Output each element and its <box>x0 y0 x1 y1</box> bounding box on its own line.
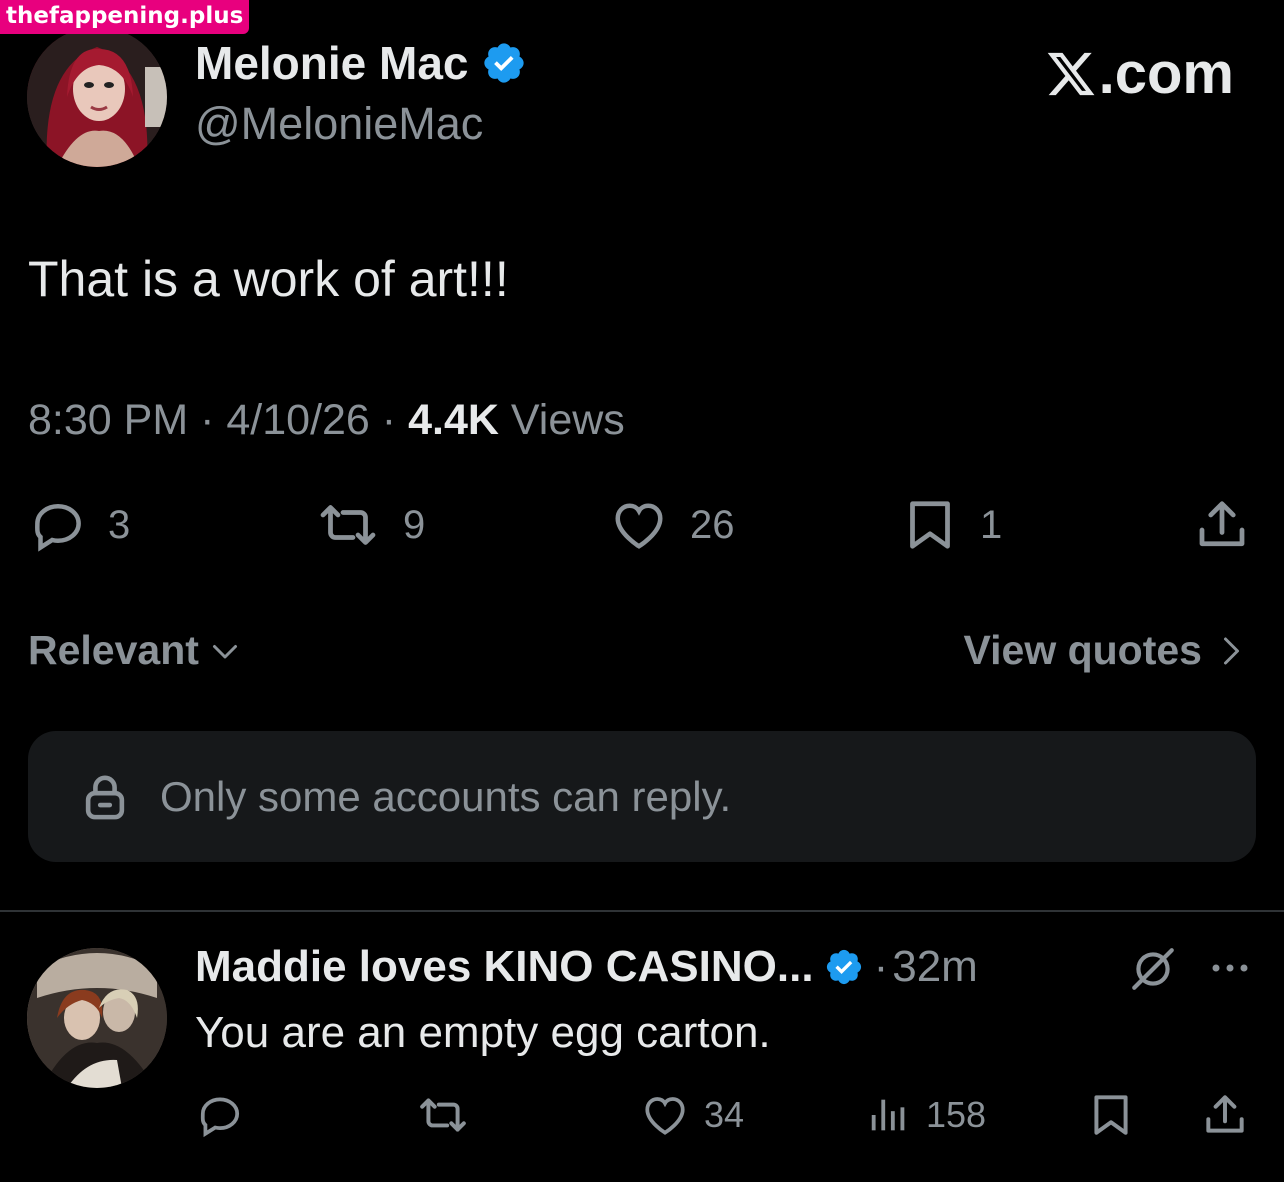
reply-button[interactable]: 3 <box>28 495 130 555</box>
divider <box>0 910 1284 912</box>
grok-icon[interactable] <box>1128 944 1178 994</box>
reply-text: You are an empty egg carton. <box>195 1008 771 1057</box>
chevron-right-icon <box>1224 637 1239 664</box>
reply-sort-dropdown[interactable]: Relevant <box>28 627 243 674</box>
heart-icon <box>615 503 663 549</box>
reply-like-button[interactable]: 34 <box>640 1090 744 1140</box>
repost-icon <box>420 1098 466 1132</box>
reply-author-name[interactable]: Maddie loves KINO CASINO... <box>195 942 814 992</box>
sort-label: Relevant <box>28 627 199 673</box>
tweet-action-bar: 3 9 26 1 <box>0 495 1284 555</box>
repost-button[interactable]: 9 <box>313 495 425 555</box>
reply-icon <box>200 1097 240 1138</box>
meta-separator: · <box>381 396 409 444</box>
reply-header: Maddie loves KINO CASINO... · 32m <box>195 942 978 992</box>
view-quotes-label: View quotes <box>963 627 1202 673</box>
bookmark-icon <box>910 501 950 549</box>
reply-avatar-image <box>27 948 167 1088</box>
tweet-time[interactable]: 8:30 PM <box>28 396 188 444</box>
lock-icon <box>85 775 125 819</box>
reply-separator: · <box>873 942 889 991</box>
author-handle[interactable]: @MelonieMac <box>195 98 483 150</box>
reply-author-avatar[interactable] <box>27 948 167 1088</box>
verified-badge-icon <box>483 43 524 83</box>
more-options-icon[interactable] <box>1208 958 1252 978</box>
analytics-icon <box>871 1099 905 1131</box>
reply-restriction-text: Only some accounts can reply. <box>160 772 732 820</box>
chevron-down-icon <box>212 644 237 658</box>
author-avatar[interactable] <box>27 27 167 167</box>
reply-timestamp[interactable]: 32m <box>892 942 978 992</box>
author-avatar-image <box>27 27 167 167</box>
x-logo-icon <box>1047 52 1095 95</box>
views-label: Views <box>510 396 625 444</box>
heart-icon <box>645 1097 685 1135</box>
reply-views-count: 158 <box>926 1094 987 1135</box>
brand-text: .com <box>1098 41 1234 106</box>
reply-reply-button[interactable] <box>195 1090 245 1140</box>
repost-count: 9 <box>403 502 426 547</box>
reply-restriction-notice: Only some accounts can reply. <box>28 731 1256 862</box>
author-name-text: Melonie Mac <box>195 37 469 89</box>
reply-count: 3 <box>108 502 131 547</box>
reply-bookmark-button[interactable] <box>1086 1090 1136 1140</box>
reply-share-button[interactable] <box>1200 1090 1250 1140</box>
tweet-date[interactable]: 4/10/26 <box>226 396 369 444</box>
repost-icon <box>320 505 376 545</box>
bookmark-icon <box>1094 1095 1128 1135</box>
share-button[interactable] <box>1192 495 1252 555</box>
watermark: thefappening.plus <box>0 0 250 34</box>
bookmark-count: 1 <box>980 502 1003 547</box>
like-button[interactable]: 26 <box>608 495 735 555</box>
reply-views-button[interactable]: 158 <box>866 1090 986 1140</box>
brand-logo: .com <box>1045 40 1234 107</box>
tweet-text: That is a work of art!!! <box>28 251 509 307</box>
like-count: 26 <box>690 502 735 547</box>
meta-separator: · <box>200 396 227 444</box>
reply-like-count: 34 <box>704 1094 745 1135</box>
author-display-name[interactable]: Melonie Mac <box>195 36 527 90</box>
reply-action-bar: 34 158 <box>0 1090 1284 1140</box>
bookmark-button[interactable]: 1 <box>900 495 1002 555</box>
share-icon <box>1206 1095 1244 1133</box>
tweet-meta: 8:30 PM · 4/10/26 · 4.4K Views <box>28 396 625 445</box>
views-count: 4.4K <box>408 396 499 444</box>
verified-badge-icon <box>826 949 861 985</box>
reply-repost-button[interactable] <box>413 1090 473 1140</box>
share-icon <box>1199 501 1245 547</box>
view-quotes-link[interactable]: View quotes <box>964 627 1248 674</box>
reply-icon <box>35 503 81 552</box>
tweet-detail-page: thefappening.plus Melonie Mac @MelonieMa… <box>0 0 1284 1182</box>
